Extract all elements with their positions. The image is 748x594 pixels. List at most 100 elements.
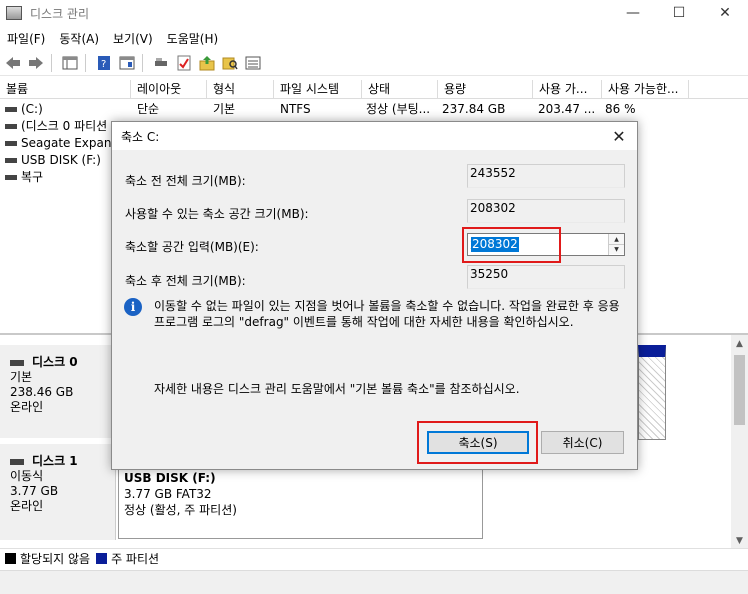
- close-window-button[interactable]: ✕: [702, 0, 748, 26]
- column-header-row: 볼륨 레이아웃 형식 파일 시스템 상태 용량 사용 가... 사용 가능한..…: [0, 80, 748, 99]
- column-header-filesystem[interactable]: 파일 시스템: [274, 80, 362, 99]
- search-folder-icon[interactable]: [220, 54, 240, 72]
- volume-icon: [5, 175, 17, 180]
- total-after-label: 축소 후 전체 크기(MB):: [125, 274, 246, 288]
- recovery-partition-block[interactable]: [638, 345, 666, 440]
- volume-name: Seagate Expansio: [21, 136, 112, 150]
- column-header-free-space[interactable]: 사용 가...: [533, 80, 602, 99]
- volume-layout: 단순: [137, 102, 160, 116]
- highlight-box-shrink-button: [417, 421, 538, 464]
- usb-partition-block[interactable]: USB DISK (F:) 3.77 GB FAT32 정상 (활성, 주 파티…: [118, 463, 483, 539]
- volume-filesystem: NTFS: [280, 102, 311, 116]
- toolbar-separator: [51, 54, 52, 72]
- status-bar: [0, 570, 748, 594]
- legend-item: 할당되지 않음: [5, 550, 90, 567]
- toolbar-separator: [85, 54, 86, 72]
- legend-item: 주 파티션: [96, 550, 159, 567]
- title-bar: 디스크 관리 — ☐ ✕: [0, 0, 748, 26]
- spin-up-icon[interactable]: ▲: [609, 234, 624, 244]
- help-reference-text: 자세한 내용은 디스크 관리 도움말에서 "기본 볼륨 축소"를 참조하십시오.: [154, 382, 520, 396]
- disk-state: 온라인: [10, 499, 44, 513]
- disk-icon: [10, 359, 24, 366]
- dialog-title: 축소 C:: [121, 129, 160, 144]
- disk-name: 디스크 0: [32, 355, 78, 369]
- available-shrink-label: 사용할 수 있는 축소 공간 크기(MB):: [125, 207, 309, 221]
- total-after-value: 35250: [467, 265, 625, 289]
- menu-file[interactable]: 파일(F): [0, 30, 52, 47]
- disk-state: 온라인: [10, 400, 44, 414]
- volume-icon: [5, 158, 17, 163]
- column-header-type[interactable]: 형식: [207, 80, 274, 99]
- total-before-value: 243552: [467, 164, 625, 188]
- legend-swatch-primary: [96, 553, 108, 564]
- menu-bar: 파일(F) 동작(A) 보기(V) 도움말(H): [0, 27, 748, 49]
- back-arrow-icon[interactable]: [3, 54, 23, 72]
- dialog-close-icon[interactable]: ✕: [601, 122, 637, 150]
- disk-icon: [10, 458, 24, 465]
- volume-icon: [5, 107, 17, 112]
- total-before-label: 축소 전 전체 크기(MB):: [125, 174, 246, 188]
- forward-arrow-icon[interactable]: [26, 54, 46, 72]
- dialog-title-bar: 축소 C:: [112, 122, 637, 150]
- column-header-layout[interactable]: 레이아웃: [131, 80, 207, 99]
- partition-size-fs: 3.77 GB FAT32: [124, 487, 212, 501]
- check-document-icon[interactable]: [174, 54, 194, 72]
- legend: 할당되지 않음 주 파티션: [0, 548, 748, 568]
- console-tree-icon[interactable]: [60, 54, 80, 72]
- volume-free-space: 203.47 ...: [538, 102, 596, 116]
- legend-swatch-unallocated: [5, 553, 16, 564]
- column-header-capacity[interactable]: 용량: [438, 80, 533, 99]
- menu-action[interactable]: 동작(A): [52, 30, 106, 47]
- info-icon: i: [124, 298, 142, 316]
- volume-capacity: 237.84 GB: [442, 102, 506, 116]
- volume-status: 정상 (부팅...: [366, 102, 431, 116]
- volume-percent-free: 86 %: [605, 102, 636, 116]
- spin-down-icon[interactable]: ▼: [609, 244, 624, 254]
- scroll-up-icon[interactable]: ▲: [731, 335, 748, 352]
- scroll-down-icon[interactable]: ▼: [731, 532, 748, 549]
- legend-label: 주 파티션: [111, 552, 160, 566]
- available-shrink-value: 208302: [467, 199, 625, 223]
- disk-size: 238.46 GB: [10, 385, 74, 399]
- disk-kind: 이동식: [10, 469, 44, 483]
- disk-0-info[interactable]: 디스크 0 기본 238.46 GB 온라인: [0, 345, 116, 438]
- maximize-button[interactable]: ☐: [656, 0, 702, 26]
- properties-icon[interactable]: [117, 54, 137, 72]
- help-book-icon[interactable]: ?: [94, 54, 114, 72]
- disk-1-info[interactable]: 디스크 1 이동식 3.77 GB 온라인: [0, 444, 116, 540]
- vertical-scrollbar[interactable]: ▲ ▼: [731, 335, 748, 549]
- disk-size: 3.77 GB: [10, 484, 59, 498]
- window-title: 디스크 관리: [30, 6, 90, 21]
- cancel-button[interactable]: 취소(C): [541, 431, 624, 454]
- legend-label: 할당되지 않음: [20, 552, 91, 566]
- svg-text:?: ?: [101, 59, 106, 70]
- volume-row[interactable]: (C:) 단순 기본 NTFS 정상 (부팅... 237.84 GB 203.…: [0, 101, 748, 118]
- column-header-percent-free[interactable]: 사용 가능한...: [602, 80, 689, 99]
- scroll-thumb[interactable]: [734, 355, 745, 425]
- minimize-button[interactable]: —: [610, 0, 656, 26]
- volume-name: (C:): [21, 102, 43, 116]
- volume-name: USB DISK (F:): [21, 153, 101, 167]
- menu-view[interactable]: 보기(V): [106, 30, 160, 47]
- partition-status: 정상 (활성, 주 파티션): [124, 503, 237, 517]
- highlight-box-input: [462, 227, 561, 263]
- shrink-dialog: 축소 C: ✕ 축소 전 전체 크기(MB): 243552 사용할 수 있는 …: [111, 121, 638, 470]
- volume-name: (디스크 0 파티션: [21, 119, 108, 133]
- disk-name: 디스크 1: [32, 454, 78, 468]
- toolbar: ?: [0, 51, 748, 76]
- disk-kind: 기본: [10, 370, 33, 384]
- partition-title: USB DISK (F:): [124, 471, 216, 485]
- volume-name: 복구: [21, 170, 44, 184]
- volume-type: 기본: [213, 102, 236, 116]
- list-view-icon[interactable]: [243, 54, 263, 72]
- menu-help[interactable]: 도움말(H): [160, 30, 226, 47]
- toolbar-separator: [142, 54, 143, 72]
- shrink-amount-label: 축소할 공간 입력(MB)(E):: [125, 240, 259, 254]
- column-header-status[interactable]: 상태: [362, 80, 438, 99]
- volume-icon: [5, 124, 17, 129]
- column-header-volume[interactable]: 볼륨: [0, 80, 131, 99]
- connect-disk-icon[interactable]: [151, 54, 171, 72]
- volume-icon: [5, 141, 17, 146]
- disk-management-app-icon: [6, 6, 22, 20]
- upload-folder-icon[interactable]: [197, 54, 217, 72]
